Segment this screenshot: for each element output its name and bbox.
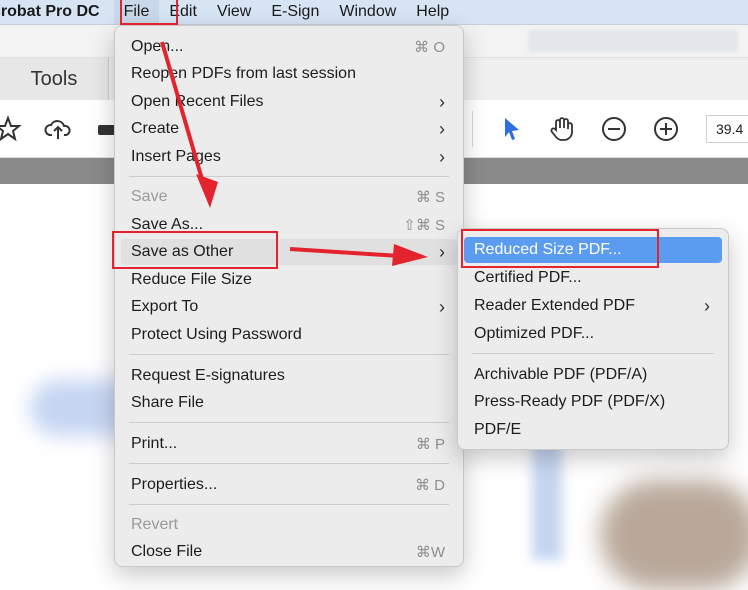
menu-item-insert-pages[interactable]: Insert Pages › — [121, 144, 457, 170]
zoom-out-icon[interactable] — [600, 115, 628, 143]
submenu-item-archivable-pdf[interactable]: Archivable PDF (PDF/A) — [464, 362, 722, 388]
submenu-item-press-ready-pdf[interactable]: Press-Ready PDF (PDF/X) — [464, 389, 722, 415]
menu-item-label: Certified PDF... — [474, 269, 582, 286]
shortcut-label: ⌘ D — [415, 477, 445, 494]
menu-item-reopen[interactable]: Reopen PDFs from last session — [121, 61, 457, 87]
shortcut-label: ⌘ S — [415, 189, 445, 206]
select-pointer-icon[interactable] — [498, 115, 526, 143]
menu-item-label: Properties... — [131, 476, 218, 493]
annotation-box-save-as-other — [112, 231, 278, 269]
tools-tab[interactable]: Tools — [0, 58, 109, 100]
menu-window[interactable]: Window — [329, 0, 406, 24]
menu-item-label: Protect Using Password — [131, 326, 302, 343]
chevron-right-icon: › — [439, 91, 445, 112]
zoom-in-icon[interactable] — [652, 115, 680, 143]
menu-item-label: Request E-signatures — [131, 367, 285, 384]
menu-item-label: Print... — [131, 435, 178, 452]
menu-bar: crobat Pro DC File Edit View E-Sign Wind… — [0, 0, 748, 25]
chevron-right-icon: › — [439, 118, 445, 139]
menu-item-label: Optimized PDF... — [474, 325, 595, 342]
hand-tool-icon[interactable] — [548, 115, 576, 143]
menu-item-close-file[interactable]: Close File ⌘W — [121, 539, 457, 565]
toolbar-separator — [472, 111, 473, 147]
annotation-box-file-menu — [120, 0, 178, 25]
submenu-item-reader-extended-pdf[interactable]: Reader Extended PDF › — [464, 293, 722, 319]
chevron-right-icon: › — [704, 295, 710, 316]
blurred-document-content — [532, 440, 562, 560]
shortcut-label: ⌘ P — [415, 436, 445, 453]
menu-item-open-recent[interactable]: Open Recent Files › — [121, 89, 457, 115]
annotation-box-reduced-size-pdf — [461, 229, 659, 268]
menu-separator — [472, 353, 714, 354]
upload-cloud-icon[interactable] — [44, 115, 72, 143]
menu-item-label: PDF/E — [474, 421, 522, 438]
menu-item-label: Reduce File Size — [131, 271, 252, 288]
menu-item-request-esignatures[interactable]: Request E-signatures — [121, 363, 457, 389]
submenu-item-optimized-pdf[interactable]: Optimized PDF... — [464, 321, 722, 347]
menu-item-create[interactable]: Create › — [121, 116, 457, 142]
submenu-item-pdf-e[interactable]: PDF/E — [464, 417, 722, 443]
shortcut-label: ⌘W — [415, 544, 445, 561]
menu-item-label: Reopen PDFs from last session — [131, 65, 356, 82]
chevron-right-icon: › — [439, 241, 445, 262]
menu-esign[interactable]: E-Sign — [261, 0, 329, 24]
zoom-input[interactable]: 39.4 — [706, 115, 748, 143]
menu-item-print[interactable]: Print... ⌘ P — [121, 431, 457, 457]
menu-item-label: Press-Ready PDF (PDF/X) — [474, 393, 666, 410]
chevron-right-icon: › — [439, 296, 445, 317]
menu-view[interactable]: View — [207, 0, 261, 24]
menu-item-label: Archivable PDF (PDF/A) — [474, 366, 648, 383]
menu-item-label: Share File — [131, 394, 204, 411]
file-menu: Open... ⌘ O Reopen PDFs from last sessio… — [114, 25, 464, 567]
star-icon[interactable] — [0, 115, 22, 143]
menu-help[interactable]: Help — [406, 0, 459, 24]
menu-item-label: Close File — [131, 543, 203, 560]
menu-item-label: Export To — [131, 298, 199, 315]
menu-separator — [129, 463, 449, 464]
menu-item-label: Revert — [131, 516, 179, 533]
menu-separator — [129, 422, 449, 423]
menu-item-label: Create — [131, 120, 180, 137]
submenu-item-certified-pdf[interactable]: Certified PDF... — [464, 265, 722, 291]
app-name[interactable]: crobat Pro DC — [0, 3, 100, 21]
menu-separator — [129, 176, 449, 177]
menu-item-label: Insert Pages — [131, 148, 221, 165]
shortcut-label: ⇧⌘ S — [403, 217, 445, 234]
menu-item-properties[interactable]: Properties... ⌘ D — [121, 472, 457, 498]
menu-item-share-file[interactable]: Share File — [121, 390, 457, 416]
menu-item-revert: Revert — [121, 512, 457, 538]
menu-separator — [129, 354, 449, 355]
menu-item-label: Open... — [131, 38, 184, 55]
shortcut-label: ⌘ O — [414, 39, 445, 56]
blurred-document-image — [600, 480, 748, 590]
menu-item-export-to[interactable]: Export To › — [121, 294, 457, 320]
menu-separator — [129, 504, 449, 505]
blurred-search-field — [528, 30, 738, 52]
menu-item-label: Reader Extended PDF — [474, 297, 635, 314]
chevron-right-icon: › — [439, 146, 445, 167]
menu-item-label: Save — [131, 188, 168, 205]
menu-item-reduce-file-size[interactable]: Reduce File Size — [121, 267, 457, 293]
menu-item-open[interactable]: Open... ⌘ O — [121, 34, 457, 60]
menu-item-save: Save ⌘ S — [121, 184, 457, 210]
menu-item-protect-password[interactable]: Protect Using Password — [121, 322, 457, 348]
menu-item-label: Open Recent Files — [131, 93, 264, 110]
